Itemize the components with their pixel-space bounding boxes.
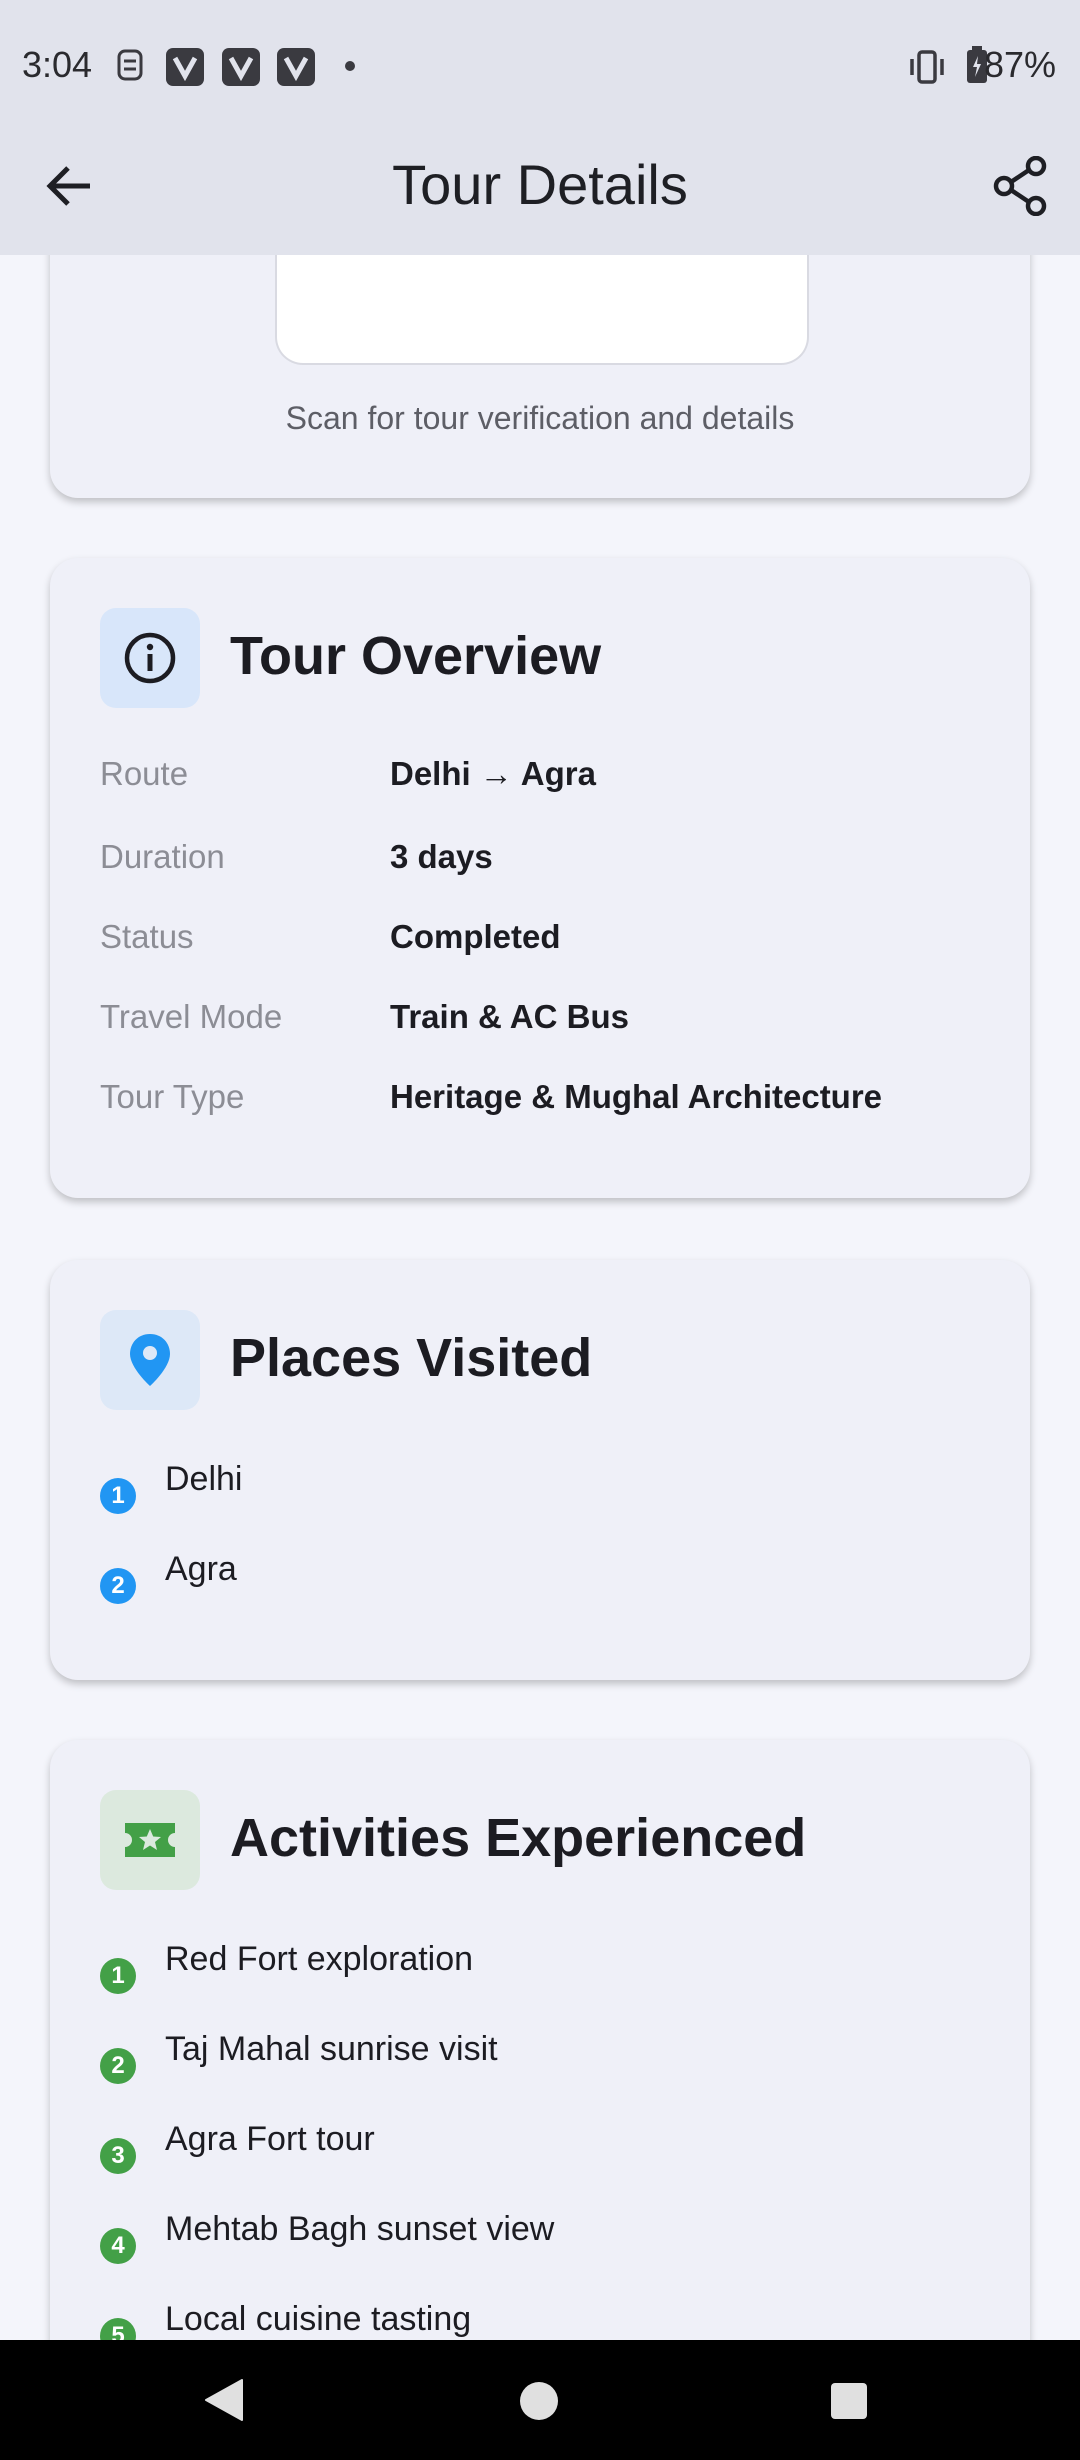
vpn-icon bbox=[222, 48, 260, 86]
share-icon bbox=[993, 155, 1047, 217]
overview-label: Tour Type bbox=[100, 1078, 245, 1115]
tour-overview-card: Tour Overview Route Delhi → Agra Duratio… bbox=[50, 558, 1030, 1198]
info-icon-box bbox=[100, 608, 200, 708]
vibrate-icon bbox=[910, 50, 944, 84]
overview-value: Delhi → Agra bbox=[390, 755, 596, 792]
number-badge: 2 bbox=[100, 2048, 136, 2084]
number-badge: 1 bbox=[100, 1478, 136, 1514]
status-time: 3:04 bbox=[22, 44, 93, 85]
list-item: Red Fort exploration bbox=[165, 1940, 474, 1978]
home-circle-icon[interactable] bbox=[519, 2381, 559, 2421]
back-button[interactable] bbox=[42, 158, 98, 214]
content-scroll[interactable]: Scan for tour verification and details T… bbox=[0, 255, 1080, 2340]
overview-label: Route bbox=[100, 755, 189, 792]
overview-value: Train & AC Bus bbox=[390, 998, 629, 1035]
back-triangle-icon[interactable] bbox=[204, 2378, 244, 2422]
status-bar: 3:04 87% bbox=[0, 0, 1080, 133]
list-item: Delhi bbox=[165, 1460, 243, 1498]
list-item: Local cuisine tasting bbox=[165, 2300, 472, 2338]
share-button[interactable] bbox=[992, 155, 1048, 217]
qr-card: Scan for tour verification and details bbox=[50, 255, 1030, 498]
ticket-icon bbox=[125, 1823, 175, 1857]
places-visited-card: Places Visited 1 Delhi 2 Agra bbox=[50, 1260, 1030, 1680]
location-pin-icon bbox=[130, 1334, 170, 1386]
vpn-icon bbox=[277, 48, 315, 86]
arrow-back-icon bbox=[46, 166, 90, 206]
overview-label: Travel Mode bbox=[100, 998, 283, 1035]
list-item: Agra bbox=[165, 1550, 237, 1588]
number-badge: 2 bbox=[100, 1568, 136, 1604]
card-title: Tour Overview bbox=[230, 626, 602, 686]
sim-icon bbox=[117, 49, 143, 81]
card-title: Places Visited bbox=[230, 1328, 593, 1388]
number-badge: 1 bbox=[100, 1958, 136, 1994]
card-title: Activities Experienced bbox=[230, 1808, 807, 1868]
qr-caption: Scan for tour verification and details bbox=[285, 400, 795, 436]
page-title: Tour Details bbox=[392, 153, 688, 216]
qr-code bbox=[275, 255, 809, 365]
overview-label: Duration bbox=[100, 838, 225, 875]
ticket-icon-box bbox=[100, 1790, 200, 1890]
recents-square-icon[interactable] bbox=[830, 2382, 868, 2420]
battery-percent: 87% bbox=[983, 44, 1056, 85]
number-badge: 4 bbox=[100, 2228, 136, 2264]
overview-value: 3 days bbox=[390, 838, 493, 875]
dot-icon bbox=[345, 61, 355, 71]
list-item: Taj Mahal sunrise visit bbox=[165, 2030, 498, 2068]
list-item: Mehtab Bagh sunset view bbox=[165, 2210, 555, 2248]
location-icon-box bbox=[100, 1310, 200, 1410]
overview-value: Completed bbox=[390, 918, 561, 955]
number-badge: 5 bbox=[100, 2318, 136, 2340]
activities-card: Activities Experienced 1 Red Fort explor… bbox=[50, 1740, 1030, 2340]
overview-label: Status bbox=[100, 918, 194, 955]
navigation-bar bbox=[0, 2340, 1080, 2460]
list-item: Agra Fort tour bbox=[165, 2120, 375, 2158]
vpn-icon bbox=[166, 48, 204, 86]
info-icon bbox=[124, 632, 176, 684]
number-badge: 3 bbox=[100, 2138, 136, 2174]
overview-value: Heritage & Mughal Architecture bbox=[390, 1078, 883, 1115]
